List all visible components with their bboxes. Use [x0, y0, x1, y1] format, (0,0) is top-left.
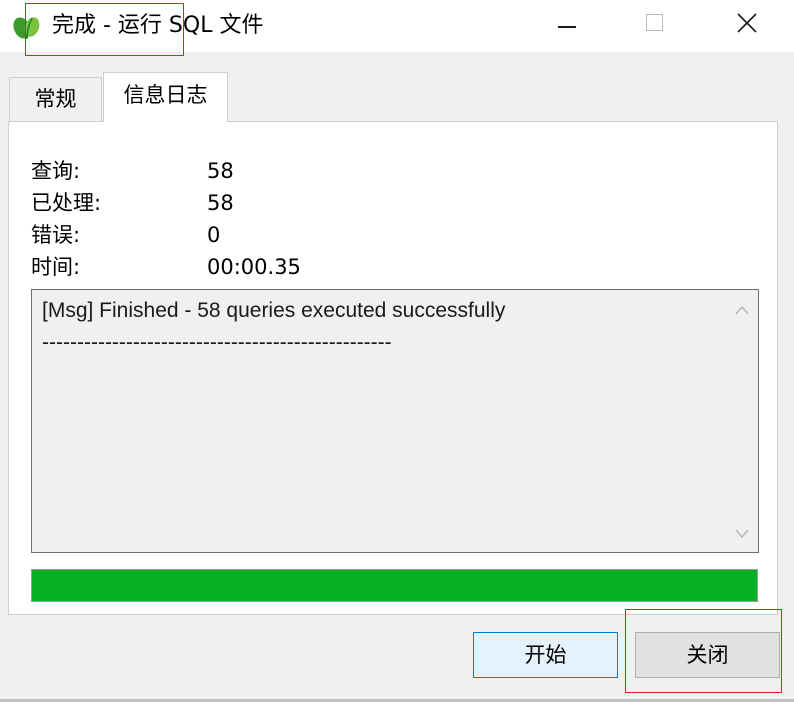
progress-fill: [32, 570, 757, 601]
stat-value-time: 00:00.35: [207, 255, 301, 279]
window-title: 完成 - 运行 SQL 文件: [52, 13, 264, 38]
stat-label-errors: 错误:: [31, 223, 81, 247]
start-button[interactable]: 开始: [473, 632, 618, 678]
stat-value-processed: 58: [207, 191, 234, 215]
log-line: [Msg] Finished - 58 queries executed suc…: [42, 299, 506, 322]
minimize-button[interactable]: [538, 0, 598, 52]
close-window-button[interactable]: [716, 0, 776, 52]
log-textarea[interactable]: [Msg] Finished - 58 queries executed suc…: [31, 289, 759, 553]
stat-label-processed: 已处理:: [31, 191, 102, 215]
stat-value-queries: 58: [207, 159, 234, 183]
scroll-up-icon[interactable]: [734, 304, 750, 316]
close-button[interactable]: 关闭: [635, 632, 780, 678]
stat-value-errors: 0: [207, 223, 221, 247]
maximize-button[interactable]: [626, 0, 686, 52]
stat-label-queries: 查询:: [31, 159, 81, 183]
stat-label-time: 时间:: [31, 255, 81, 279]
navicat-leaf-icon: [13, 17, 40, 40]
tab-info-log[interactable]: 信息日志: [103, 72, 228, 122]
progress-bar: [31, 569, 758, 602]
title-bar: 完成 - 运行 SQL 文件: [0, 0, 794, 52]
scroll-down-icon[interactable]: [734, 528, 750, 540]
tab-general[interactable]: 常规: [9, 77, 102, 121]
info-log-panel: 查询: 58 已处理: 58 错误: 0 时间: 00:00.35 [Msg] …: [8, 121, 778, 615]
close-icon: [737, 13, 757, 33]
log-line: ----------------------------------------…: [42, 331, 392, 354]
